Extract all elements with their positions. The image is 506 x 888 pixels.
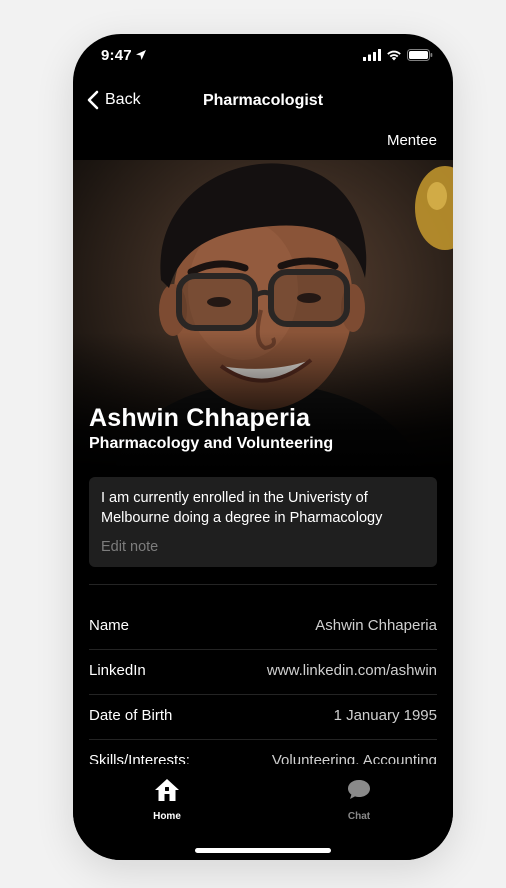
tab-chat[interactable]: Chat <box>319 778 399 822</box>
home-icon <box>155 779 179 801</box>
profile-name: Ashwin Chhaperia <box>89 404 311 432</box>
divider <box>89 584 437 585</box>
location-arrow-icon <box>136 50 146 60</box>
detail-value: 1 January 1995 <box>333 707 437 724</box>
tab-label: Chat <box>347 811 371 822</box>
details-list: Name Ashwin Chhaperia LinkedIn www.linke… <box>89 605 437 784</box>
linkedin-link[interactable]: www.linkedin.com/ashwin <box>267 662 437 679</box>
profile-subtitle: Pharmacology and Volunteering <box>89 435 334 452</box>
detail-row-date-of-birth: Date of Birth 1 January 1995 <box>89 695 437 740</box>
edit-note-button[interactable]: Edit note <box>101 539 158 555</box>
battery-icon <box>407 49 433 61</box>
detail-value: Ashwin Chhaperia <box>315 617 437 634</box>
tab-home[interactable]: Home <box>127 778 207 822</box>
detail-label: LinkedIn <box>89 662 146 679</box>
status-icons <box>363 49 433 61</box>
note-card: I am currently enrolled in the Univerist… <box>89 477 437 567</box>
detail-row-linkedin: LinkedIn www.linkedin.com/ashwin <box>89 650 437 695</box>
tab-bar: Home Chat <box>73 764 453 860</box>
detail-row-name: Name Ashwin Chhaperia <box>89 605 437 650</box>
status-time: 9:47 <box>101 47 132 64</box>
note-text: I am currently enrolled in the Univerist… <box>101 490 383 526</box>
cellular-signal-icon <box>363 49 381 61</box>
detail-label: Date of Birth <box>89 707 173 724</box>
home-indicator <box>195 848 331 853</box>
status-bar: 9:47 <box>73 34 453 78</box>
page-title: Pharmacologist <box>202 92 324 109</box>
nav-bar: Back Pharmacologist <box>73 84 453 120</box>
detail-label: Name <box>89 617 130 634</box>
tab-label: Home <box>153 811 181 822</box>
wifi-icon <box>387 50 401 61</box>
chat-icon <box>348 780 370 799</box>
role-tag[interactable]: Mentee <box>387 132 437 149</box>
phone-frame: 9:47 Back Pharmacologist Mentee Ashwin C… <box>73 34 453 860</box>
